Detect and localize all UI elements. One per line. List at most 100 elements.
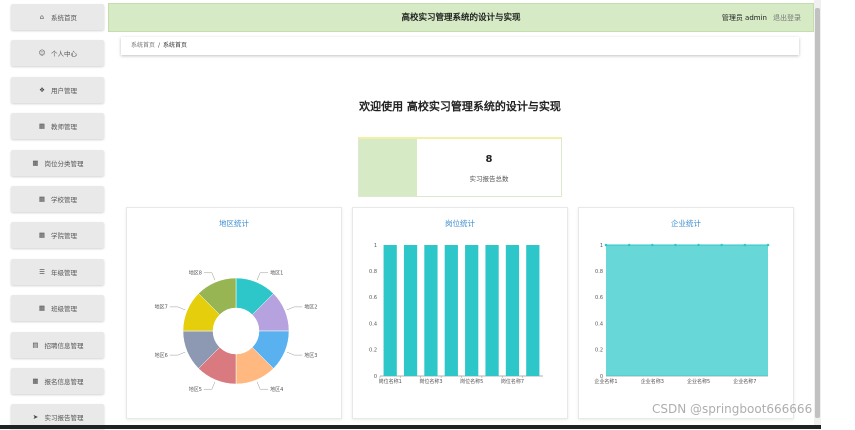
watermark: CSDN @springboot666666 — [652, 402, 813, 416]
slice-label-line — [203, 381, 216, 390]
y-tick-label: 1 — [600, 243, 603, 249]
area-fill — [606, 245, 768, 376]
sidebar-item[interactable]: ▦ 教师管理 — [11, 113, 104, 139]
data-point — [720, 243, 724, 247]
data-point — [650, 243, 654, 247]
sidebar-item[interactable]: ▤ 招聘信息管理 — [11, 332, 104, 358]
list-icon: ☰ — [39, 268, 45, 276]
breadcrumb: 系统首页 / 系统首页 — [121, 37, 799, 55]
data-point — [766, 243, 770, 247]
company-area-chart: 00.20.40.60.81企业名称1 企业名称3 企业名称5 企业名称7 — [594, 243, 770, 385]
top-header: 高校实习管理系统的设计与实现 管理员 admin 退出登录 — [108, 3, 814, 32]
sidebar-item-label: 实习报告管理 — [44, 414, 84, 422]
sidebar-item[interactable]: ☺ 个人中心 — [11, 40, 104, 66]
sidebar-item[interactable]: ▦ 班级管理 — [11, 295, 104, 321]
y-tick-label: 0.2 — [369, 348, 377, 354]
x-tick-label: 岗位名称1 — [379, 378, 402, 385]
logout-link[interactable]: 退出登录 — [773, 4, 801, 32]
sidebar-item-label: 岗位分类管理 — [44, 160, 84, 168]
slice-label-line — [203, 272, 216, 281]
region-chart-title: 地区统计 — [219, 219, 249, 228]
sidebar-item-label: 报名信息管理 — [44, 378, 84, 386]
bar — [403, 245, 418, 376]
y-tick-label: 0.6 — [595, 295, 603, 301]
sidebar-item[interactable]: ▦ 岗位分类管理 — [11, 150, 104, 176]
stat-value: 8 — [485, 154, 493, 165]
grid-icon: ▦ — [38, 304, 46, 312]
slice-label: 地区4 — [270, 386, 283, 393]
sidebar-item-label: 学校管理 — [51, 196, 77, 204]
sidebar-item-label: 教师管理 — [51, 123, 77, 131]
data-point — [604, 243, 608, 247]
position-chart-card: 0 0.2 0.4 0.6 0.8 1 岗位名称1 岗位名称3 岗位名称5 岗位名称7 岗位统计 — [352, 207, 568, 419]
x-tick-label: 企业名称7 — [733, 378, 756, 385]
slice-label-line — [286, 306, 303, 311]
y-tick-label: 0.6 — [369, 295, 377, 301]
welcome-heading: 欢迎使用 高校实习管理系统的设计与实现 — [359, 100, 561, 113]
y-tick-label: 0 — [374, 374, 377, 380]
home-icon: ⌂ — [39, 13, 45, 21]
data-point — [697, 243, 700, 247]
sidebar-item-label: 招聘信息管理 — [44, 342, 84, 350]
sidebar-item[interactable]: ❖ 用户管理 — [11, 77, 104, 103]
bar — [383, 245, 397, 376]
users-icon: ❖ — [39, 86, 45, 94]
user-icon: ☺ — [38, 49, 46, 57]
x-tick-label: 企业名称5 — [687, 378, 710, 385]
sidebar-item-label: 个人中心 — [51, 50, 77, 58]
grid-icon: ▦ — [32, 159, 39, 167]
send-icon: ➤ — [32, 413, 39, 421]
y-tick-label: 0.4 — [369, 321, 377, 327]
y-tick-label: 0.8 — [369, 269, 377, 275]
slice-label-line — [169, 306, 186, 311]
slice-label: 地区2 — [304, 304, 317, 311]
breadcrumb-current: 系统首页 — [163, 42, 188, 49]
sidebar-item[interactable]: ▦ 学院管理 — [11, 222, 104, 248]
breadcrumb-home[interactable]: 系统首页 — [131, 42, 155, 49]
bar — [465, 245, 479, 376]
x-tick-label: 企业名称1 — [594, 378, 617, 385]
company-chart-card: 0 0.2 0.4 0.6 0.8 1 企业名称1 企业名称3 企业名称5 企业名称7 企业统计 — [578, 207, 794, 419]
slice-label: 地区5 — [189, 386, 202, 393]
sidebar-item[interactable]: ☰ 年级管理 — [11, 259, 104, 285]
x-tick-label: 岗位名称3 — [419, 378, 442, 385]
sidebar-item-label: 学院管理 — [51, 232, 77, 240]
sidebar-item-label: 系统首页 — [51, 14, 77, 22]
bar — [485, 245, 499, 376]
position-bar-chart: 0 0.2 0.4 0.6 0.8 1 岗位名称1 岗位名称3 岗位名称5 岗位名称7 — [369, 243, 543, 385]
grid-icon: ▦ — [32, 377, 39, 385]
region-donut-chart: 地区1 地区2 地区3 地区4 地区5 地区6 地区7 地区8 — [155, 270, 318, 393]
position-chart-title: 岗位统计 — [445, 219, 475, 228]
current-user: 管理员 admin — [721, 14, 767, 22]
slice-label: 地区8 — [189, 270, 202, 277]
sidebar-item-label: 用户管理 — [51, 87, 77, 95]
app-title: 高校实习管理系统的设计与实现 — [401, 13, 521, 23]
sidebar-item-label: 年级管理 — [51, 269, 77, 277]
slice-label: 地区1 — [270, 270, 283, 277]
data-point — [674, 243, 677, 247]
slice-label-line — [256, 381, 269, 390]
sidebar-item[interactable]: ▦ 学校管理 — [11, 186, 104, 212]
company-chart-title: 企业统计 — [671, 219, 701, 228]
bottom-edge — [0, 425, 821, 429]
scrollbar-thumb[interactable] — [815, 8, 820, 418]
grid-icon: ▦ — [38, 195, 46, 203]
clipboard-icon: ▤ — [32, 341, 39, 349]
sidebar-item[interactable]: ⌂ 系统首页 — [11, 4, 104, 30]
y-tick-label: 0.8 — [595, 269, 603, 275]
slice-label-line — [256, 272, 269, 281]
sidebar: ⌂ 系统首页 ☺ 个人中心 ❖ 用户管理 ▦ 教师管理 ▦ 岗位分类管理 ▦ 学校管理 ▦ 学院管理 ☰ 年级… — [0, 0, 108, 430]
data-point — [743, 243, 747, 247]
sidebar-item[interactable]: ▦ 报名信息管理 — [11, 368, 104, 394]
x-tick-label: 岗位名称7 — [501, 378, 524, 385]
report-count-card: 8 实习报告总数 — [358, 137, 562, 197]
sidebar-item-label: 班级管理 — [51, 305, 77, 313]
data-point — [627, 243, 631, 247]
bar — [526, 245, 540, 376]
y-tick-label: 0.4 — [595, 321, 603, 327]
bar — [444, 245, 458, 376]
slice-label-line — [169, 351, 186, 356]
slice-label: 地区3 — [304, 352, 317, 359]
x-tick-label: 企业名称3 — [641, 378, 664, 385]
stat-label: 实习报告总数 — [469, 175, 509, 183]
